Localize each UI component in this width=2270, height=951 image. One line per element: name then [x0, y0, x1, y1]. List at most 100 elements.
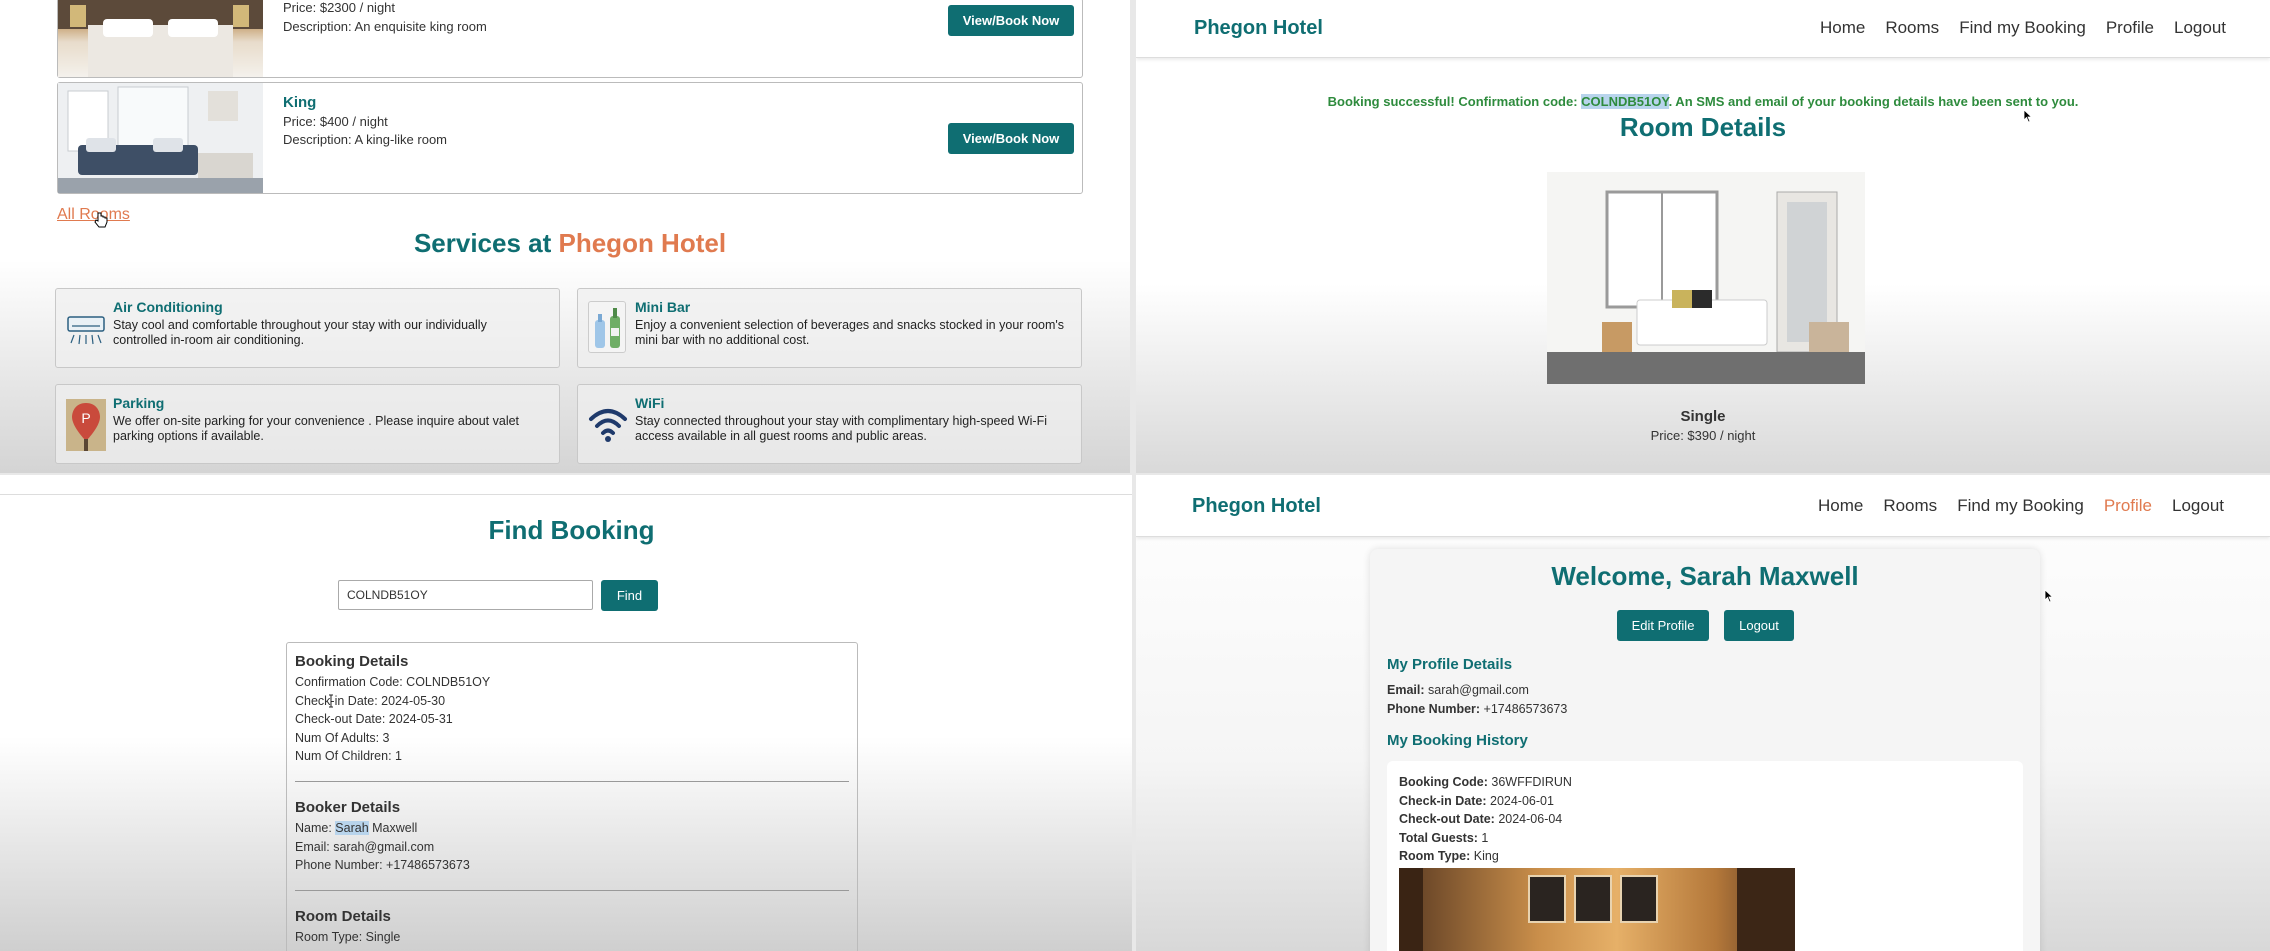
service-title: Mini Bar: [635, 299, 691, 315]
edit-profile-button[interactable]: Edit Profile: [1617, 610, 1709, 641]
checkout-label: Check-out Date:: [1399, 812, 1495, 827]
view-book-button[interactable]: View/Book Now: [948, 5, 1074, 36]
service-card-air-conditioning: Air Conditioning Stay cool and comfortab…: [55, 288, 560, 368]
booking-history-item: Booking Code: 36WFFDIRUN Check-in Date: …: [1387, 761, 2023, 951]
text-cursor-icon: [329, 694, 333, 708]
checkin-value: 2024-06-01: [1486, 793, 1554, 808]
service-card-mini-bar: Mini Bar Enjoy a convenient selection of…: [577, 288, 1082, 368]
svg-text:P: P: [81, 410, 90, 426]
divider: [295, 780, 849, 782]
service-description: Stay connected throughout your stay with…: [635, 414, 1047, 443]
welcome-heading: Welcome, Sarah Maxwell: [1551, 561, 1859, 591]
service-title: Air Conditioning: [113, 299, 223, 315]
confirmation-code: COLNDB51OY: [1581, 94, 1669, 109]
guests-value: 1: [1477, 830, 1489, 845]
booking-checkin: Check-in Date: 2024-06-01: [1399, 792, 2011, 811]
king-bed-photo: [58, 0, 263, 77]
roomtype-label: Room Type:: [1399, 849, 1471, 864]
service-description: Enjoy a convenient selection of beverage…: [635, 318, 1065, 347]
roomtype-value: King: [1470, 849, 1499, 864]
view-book-button[interactable]: View/Book Now: [948, 123, 1074, 154]
checkin-label: Check-in Date:: [1399, 793, 1487, 808]
service-description: Stay cool and comfortable throughout you…: [113, 318, 487, 347]
room-description: Description: An enquisite king room: [283, 19, 487, 34]
service-title: WiFi: [635, 395, 665, 411]
services-heading-prefix: Services at: [413, 228, 559, 258]
checkout-value: 2024-06-04: [1494, 812, 1563, 827]
booker-phone: Phone Number: +17486573673: [295, 858, 470, 873]
booking-code: Booking Code: 36WFFDIRUN: [1399, 773, 2011, 792]
booking-history-heading: My Booking History: [1387, 732, 1528, 749]
booking-details-heading: Booking Details: [295, 653, 409, 670]
top-nav: Phegon Hotel Home Rooms Find my Booking …: [1136, 475, 2270, 537]
nav-rooms[interactable]: Rooms: [1883, 496, 1937, 516]
booking-code-label: Booking Code:: [1399, 775, 1488, 789]
confirmation-code-text: Confirmation Code: COLNDB51OY: [295, 675, 491, 689]
room-details-title: Room Details: [1619, 112, 1787, 142]
room-card: King Price: $400 / night Description: A …: [57, 82, 1083, 194]
nav-profile[interactable]: Profile: [2104, 496, 2152, 516]
room-type-text: Room Type: Single: [295, 929, 401, 944]
nav-logout[interactable]: Logout: [2172, 496, 2224, 516]
brand-logo[interactable]: Phegon Hotel: [1192, 495, 1321, 518]
success-prefix: Booking successful! Confirmation code:: [1327, 94, 1582, 109]
phone-label: Phone Number:: [1387, 702, 1481, 716]
profile-details-heading: My Profile Details: [1387, 656, 1513, 673]
phone-value: +17486573673: [1480, 702, 1568, 716]
service-description: We offer on-site parking for your conven…: [113, 414, 520, 443]
email-value: sarah@gmail.com: [1424, 683, 1529, 697]
room-image: [58, 83, 263, 193]
room-description: Description: A king-like room: [283, 132, 448, 147]
confirmation-code-input[interactable]: [338, 580, 593, 610]
first-name-highlight: Sarah: [335, 820, 369, 835]
service-title: Parking: [113, 395, 165, 411]
booking-guests: Total Guests: 1: [1399, 829, 2011, 848]
num-children: Num Of Children: 1: [295, 749, 402, 764]
parking-icon: P: [66, 399, 106, 451]
room-details-heading: Room Details: [295, 907, 391, 925]
nav-links: Home Rooms Find my Booking Profile Logou…: [1818, 496, 2224, 516]
services-heading: Services at Phegon Hotel: [0, 228, 1130, 259]
profile-email: Email: sarah@gmail.com: [1387, 683, 1529, 697]
divider: [295, 889, 849, 891]
room-card: Price: $2300 / night Description: An enq…: [57, 0, 1083, 78]
find-booking-panel: Find Booking Find Booking Details Confir…: [0, 475, 1132, 951]
nav-find-booking[interactable]: Find my Booking: [1959, 18, 2086, 38]
room-type: Single: [1680, 408, 1726, 425]
nav-rooms[interactable]: Rooms: [1885, 18, 1939, 38]
find-booking-title: Find Booking: [488, 515, 655, 545]
air-conditioner-icon: [66, 303, 106, 353]
booker-details-heading: Booker Details: [295, 798, 401, 816]
booking-room-type: Room Type: King: [1399, 847, 2011, 866]
email-label: Email:: [1387, 683, 1425, 697]
nav-find-booking[interactable]: Find my Booking: [1957, 496, 2084, 516]
nav-links: Home Rooms Find my Booking Profile Logou…: [1820, 18, 2226, 38]
booker-name: Name: Sarah Maxwell: [295, 819, 849, 838]
brand-logo[interactable]: Phegon Hotel: [1194, 17, 1323, 40]
find-button[interactable]: Find: [601, 580, 658, 611]
num-adults: Num Of Adults: 3: [295, 730, 390, 745]
top-nav: Phegon Hotel Home Rooms Find my Booking …: [1136, 0, 2270, 58]
nav-profile[interactable]: Profile: [2106, 18, 2154, 38]
arrow-cursor-icon: [2044, 589, 2054, 603]
room-price: Price: $2300 / night: [283, 0, 396, 15]
checkout-date: Check-out Date: 2024-05-31: [295, 712, 453, 727]
rooms-services-panel: Price: $2300 / night Description: An enq…: [0, 0, 1130, 473]
nav-logout[interactable]: Logout: [2174, 18, 2226, 38]
nav-home[interactable]: Home: [1818, 496, 1863, 516]
services-heading-brand: Phegon Hotel: [558, 228, 727, 258]
room-image: [58, 0, 263, 77]
hand-cursor-icon: [94, 212, 108, 228]
room-price: Price: $400 / night: [283, 114, 388, 129]
arrow-cursor-icon: [2023, 109, 2033, 123]
nav-home[interactable]: Home: [1820, 18, 1865, 38]
room-details-panel: Phegon Hotel Home Rooms Find my Booking …: [1136, 0, 2270, 473]
service-card-parking: P Parking We offer on-site parking for y…: [55, 384, 560, 464]
room-name: King: [283, 94, 317, 111]
mini-bar-icon: [588, 301, 626, 353]
service-card-wifi: WiFi Stay connected throughout your stay…: [577, 384, 1082, 464]
logout-button[interactable]: Logout: [1724, 610, 1794, 641]
last-name: Maxwell: [368, 820, 418, 835]
booking-success-message: Booking successful! Confirmation code: C…: [1136, 94, 2270, 109]
booking-result-card: Booking Details Confirmation Code: COLND…: [286, 642, 858, 951]
